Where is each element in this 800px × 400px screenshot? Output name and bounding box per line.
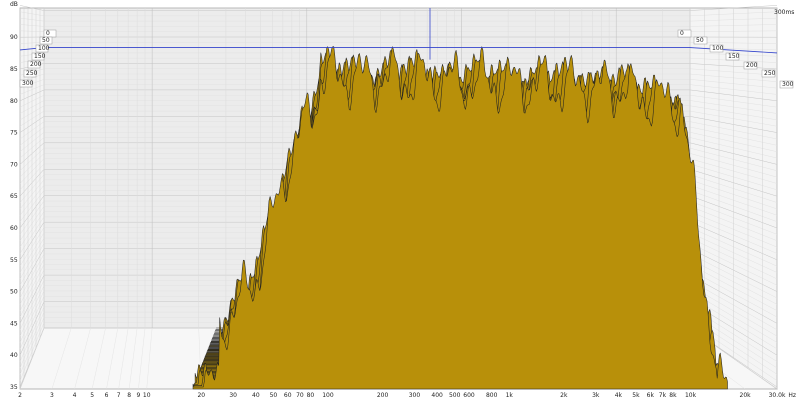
x-tick-label: 7	[117, 392, 121, 399]
time-tag-left: 0	[46, 30, 50, 37]
x-tick-label: 10k	[685, 392, 697, 399]
x-axis: 2 3 4 5 6 7 8 9 10 20 30 40 50 60 70 80 100 200 300 400 500 6…	[18, 392, 796, 399]
x-tick-label: 5k	[632, 392, 640, 399]
x-tick-label: 100	[322, 392, 334, 399]
x-axis-unit: Hz	[788, 392, 796, 399]
time-tag-left: 150	[34, 53, 46, 60]
x-tick-label: 3	[50, 392, 54, 399]
x-tick-label: 20k	[740, 392, 752, 399]
x-tick-label: 9	[136, 392, 140, 399]
x-tick-label: 500	[449, 392, 461, 399]
x-tick-label: 40	[252, 392, 260, 399]
y-tick-label: 45	[10, 320, 18, 327]
y-tick-label: 55	[10, 257, 18, 264]
x-tick-label: 6k	[647, 392, 655, 399]
x-tick-label: 20	[197, 392, 205, 399]
time-tag-left: 50	[42, 37, 50, 44]
time-tag-right: 50	[696, 37, 704, 44]
x-tick-label: 8k	[669, 392, 677, 399]
y-tick-label: 35	[10, 384, 18, 391]
x-tick-label: 30	[229, 392, 237, 399]
x-tick-label: 1k	[506, 392, 514, 399]
time-tag-left: 300	[22, 80, 34, 87]
x-tick-label: 2k	[560, 392, 568, 399]
x-tick-label: 30.0k	[769, 392, 786, 399]
x-tick-label: 70	[296, 392, 304, 399]
y-tick-label: 80	[10, 98, 18, 105]
x-tick-label: 4k	[615, 392, 623, 399]
time-tag-left: 100	[38, 45, 50, 52]
time-tag-left: 250	[26, 70, 38, 77]
x-tick-label: 7k	[659, 392, 667, 399]
y-axis-unit: dB	[10, 1, 18, 8]
time-max-label: 300ms	[774, 9, 794, 16]
x-tick-label: 10	[143, 392, 151, 399]
x-tick-label: 600	[463, 392, 475, 399]
time-tag-right: 300	[782, 81, 794, 88]
y-tick-label: 70	[10, 161, 18, 168]
y-tick-label: 60	[10, 225, 18, 232]
y-tick-label: 65	[10, 193, 18, 200]
time-tag-right: 250	[764, 70, 776, 77]
time-tag-right: 200	[746, 62, 758, 69]
y-tick-label: 85	[10, 66, 18, 73]
chart-svg[interactable]: dB908580757065605550454035 2 3 4 5 6 7 8 9 10 20 3…	[0, 0, 800, 400]
time-tag-right: 150	[728, 53, 740, 60]
time-tag-left: 200	[30, 61, 42, 68]
x-tick-label: 5	[90, 392, 94, 399]
y-tick-label: 50	[10, 289, 18, 296]
x-tick-label: 6	[105, 392, 109, 399]
x-tick-label: 400	[431, 392, 443, 399]
y-tick-label: 75	[10, 130, 18, 137]
y-axis: dB 90 85 80 75 70 65 60 55 50 45 40 35	[10, 1, 18, 391]
time-tag-right: 100	[712, 45, 724, 52]
x-tick-label: 60	[284, 392, 292, 399]
x-tick-label: 8	[127, 392, 131, 399]
x-tick-label: 800	[486, 392, 498, 399]
x-tick-label: 3k	[592, 392, 600, 399]
y-tick-label: 40	[10, 352, 18, 359]
x-tick-label: 2	[18, 392, 22, 399]
time-tag-right: 0	[680, 30, 684, 37]
y-tick-label: 90	[10, 34, 18, 41]
x-tick-label: 4	[73, 392, 77, 399]
x-tick-label: 200	[377, 392, 389, 399]
waterfall-chart: dB 90 85 80 75 70 65 60 55 50 45 40 35 2 3 4 5 6 7 8 9 10 20 3…	[0, 0, 800, 400]
x-tick-label: 80	[307, 392, 315, 399]
x-tick-label: 300	[409, 392, 421, 399]
x-tick-label: 50	[270, 392, 278, 399]
